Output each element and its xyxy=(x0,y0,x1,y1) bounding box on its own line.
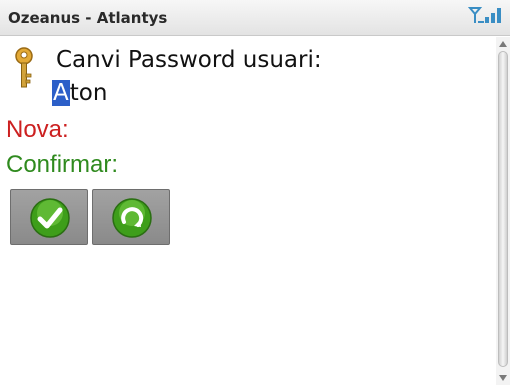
key-icon xyxy=(15,47,33,88)
confirm-password-field[interactable]: Confirmar: xyxy=(6,148,118,182)
checkmark-icon xyxy=(30,198,70,238)
confirm-button[interactable] xyxy=(10,189,88,245)
username-selected-char: A xyxy=(52,80,70,106)
scroll-down-arrow-icon[interactable] xyxy=(499,375,507,381)
password-change-screen: Canvi Password usuari: Aton Nova: Confir… xyxy=(0,37,494,385)
scroll-thumb[interactable] xyxy=(498,51,508,367)
refresh-icon xyxy=(112,198,152,238)
app-title: Ozeanus - Atlantys xyxy=(8,9,168,27)
username-rest: ton xyxy=(69,80,108,106)
vertical-scrollbar[interactable] xyxy=(496,37,510,385)
new-password-field[interactable]: Nova: xyxy=(6,113,69,147)
signal-strength-icon xyxy=(468,7,501,23)
reset-button[interactable] xyxy=(92,189,170,245)
screen-heading: Canvi Password usuari: xyxy=(56,47,322,73)
username-field[interactable]: Aton xyxy=(52,77,107,109)
scroll-up-arrow-icon[interactable] xyxy=(499,41,507,47)
title-bar: Ozeanus - Atlantys xyxy=(0,0,510,36)
